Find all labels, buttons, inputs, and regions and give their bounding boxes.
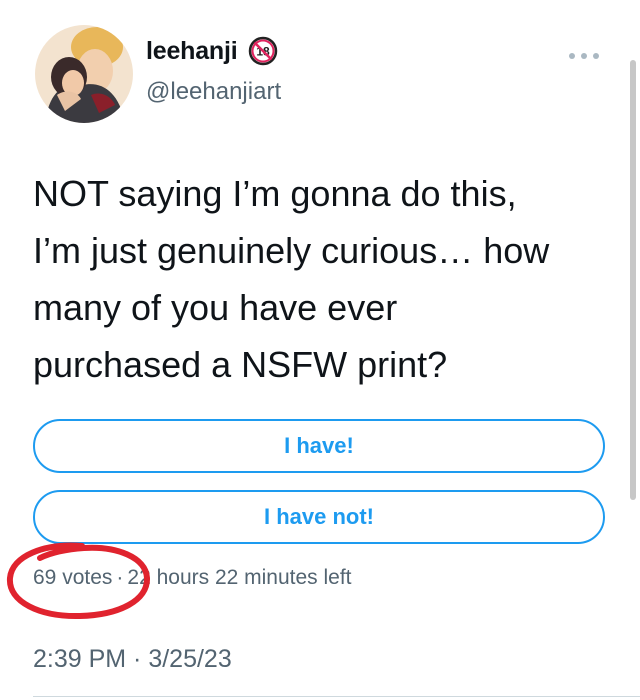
poll-vote-count: 69 votes (33, 566, 113, 589)
author-handle[interactable]: @leehanjiart (146, 78, 281, 106)
poll-time-left: 22 hours 22 minutes left (127, 566, 352, 589)
tweet-timestamp[interactable]: 2:39 PM · 3/25/23 (33, 645, 232, 674)
age-restricted-icon: 18 (248, 36, 277, 66)
tweet-text-line: many of you have ever (33, 287, 398, 328)
poll-meta-separator: · (116, 566, 124, 589)
avatar[interactable] (35, 25, 133, 123)
divider (33, 696, 640, 697)
poll-option-i-have-not[interactable]: I have not! (33, 490, 605, 544)
tweet-text-line: NOT saying I’m gonna do this, (33, 173, 517, 214)
tweet-text: NOT saying I’m gonna do this, I’m just g… (33, 165, 613, 393)
poll-option-i-have[interactable]: I have! (33, 419, 605, 473)
more-options-button[interactable] (562, 42, 606, 70)
author-name-row: leehanji 18 (146, 36, 278, 66)
scrollbar[interactable] (630, 60, 636, 500)
tweet-text-line: purchased a NSFW print? (33, 344, 448, 385)
more-dots-icon (569, 53, 599, 59)
poll-meta: 69 votes · 22 hours 22 minutes left (33, 566, 352, 590)
tweet-card: leehanji 18 @leehanjiart NOT saying I’m … (0, 0, 640, 700)
display-name[interactable]: leehanji (146, 37, 238, 66)
tweet-text-line: I’m just genuinely curious… how (33, 230, 550, 271)
